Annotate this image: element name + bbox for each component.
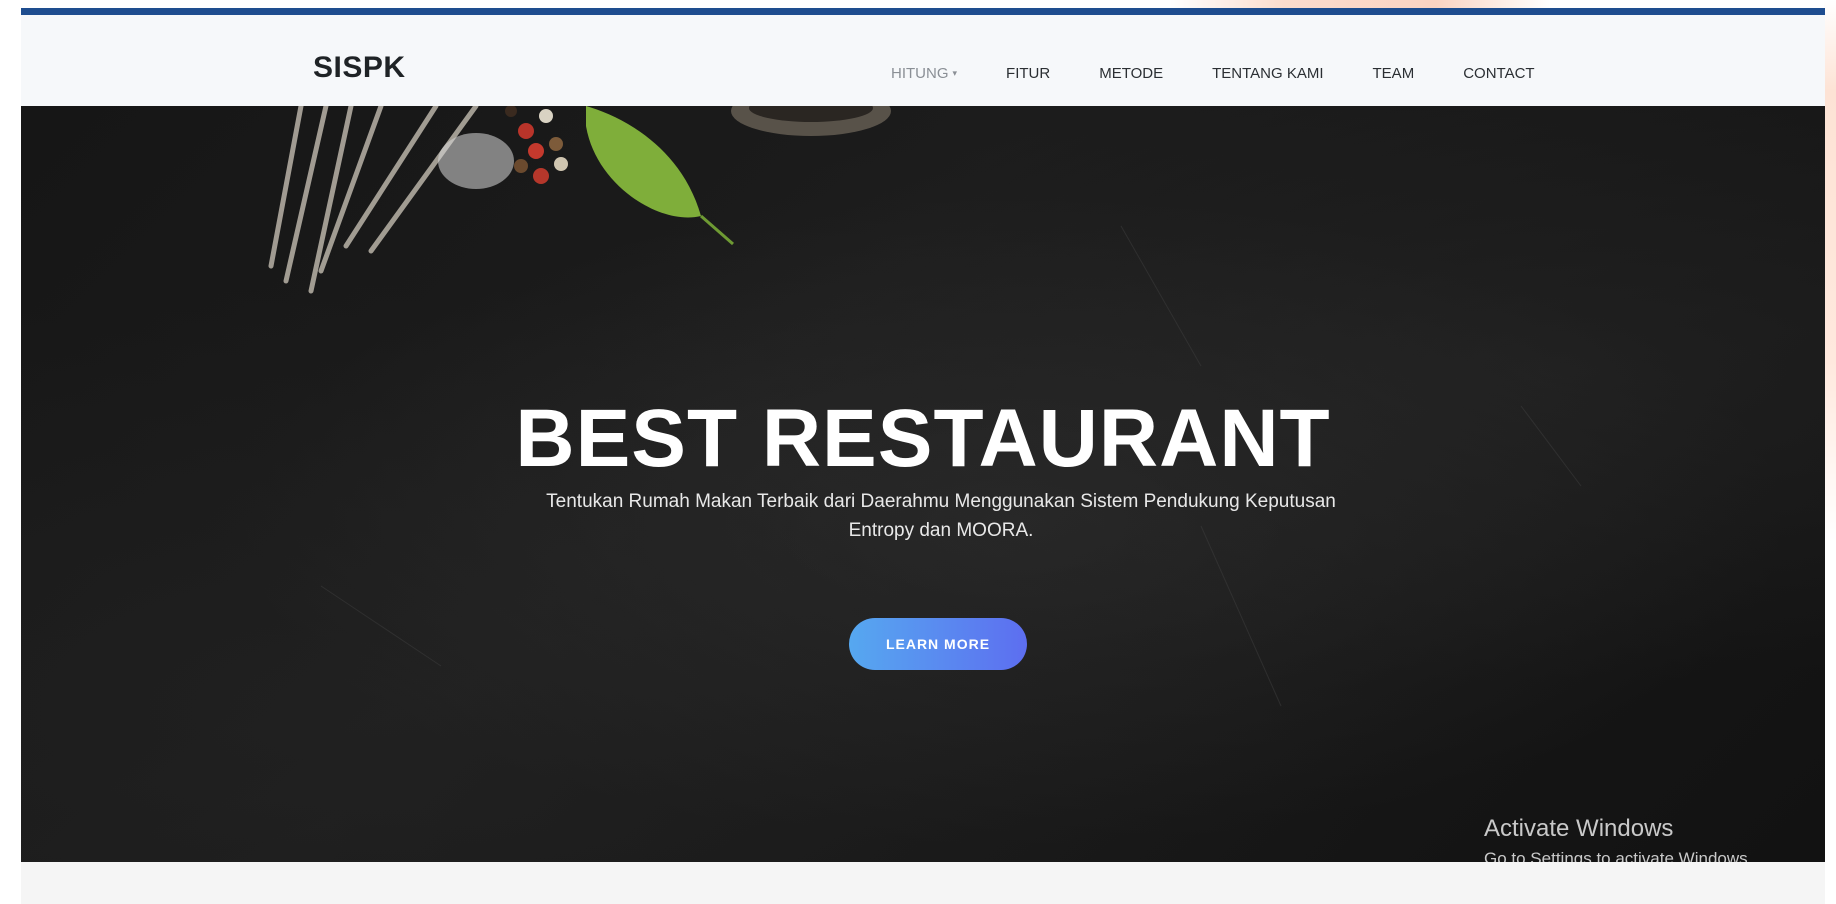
- salt-pile: [438, 133, 514, 189]
- top-accent-bar: [21, 8, 1825, 15]
- brand-logo[interactable]: SISPK: [313, 51, 406, 85]
- nav-item-hitung[interactable]: HITUNG ▾: [891, 65, 957, 82]
- nav-item-contact[interactable]: CONTACT: [1463, 65, 1534, 82]
- next-section-band: [21, 862, 1825, 904]
- learn-more-button[interactable]: LEARN MORE: [849, 618, 1027, 670]
- activate-windows-title: Activate Windows: [1484, 815, 1674, 842]
- activate-windows-watermark: Activate Windows Go to Settings to activ…: [1484, 815, 1752, 862]
- nav-item-label: HITUNG: [891, 65, 949, 82]
- hero-subtitle-line-2: Entropy dan MOORA.: [848, 520, 1034, 541]
- page: SISPK HITUNG ▾ FITUR METODE TENTANG KAMI…: [21, 8, 1825, 904]
- navbar: SISPK HITUNG ▾ FITUR METODE TENTANG KAMI…: [21, 15, 1825, 106]
- hero-section: BEST RESTAURANT Tentukan Rumah Makan Ter…: [21, 106, 1825, 862]
- basil-leaf: [586, 106, 701, 218]
- nav-item-metode[interactable]: METODE: [1099, 65, 1163, 82]
- caret-down-icon: ▾: [952, 68, 958, 78]
- fork-illustration: [268, 106, 479, 294]
- hero-title: BEST RESTAURANT: [515, 393, 1331, 484]
- edge-decoration-right: [1824, 0, 1836, 904]
- nav-item-team[interactable]: TEAM: [1373, 65, 1415, 82]
- hero-subtitle-line-1: Tentukan Rumah Makan Terbaik dari Daerah…: [546, 491, 1336, 512]
- activate-windows-hint: Go to Settings to activate Windows.: [1484, 849, 1753, 862]
- nav-item-fitur[interactable]: FITUR: [1006, 65, 1050, 82]
- peppercorns: [505, 106, 568, 184]
- nav-item-tentang-kami[interactable]: TENTANG KAMI: [1212, 65, 1323, 82]
- hero-subtitle: Tentukan Rumah Makan Terbaik dari Daerah…: [501, 487, 1381, 545]
- nav-menu: HITUNG ▾ FITUR METODE TENTANG KAMI TEAM …: [891, 65, 1584, 82]
